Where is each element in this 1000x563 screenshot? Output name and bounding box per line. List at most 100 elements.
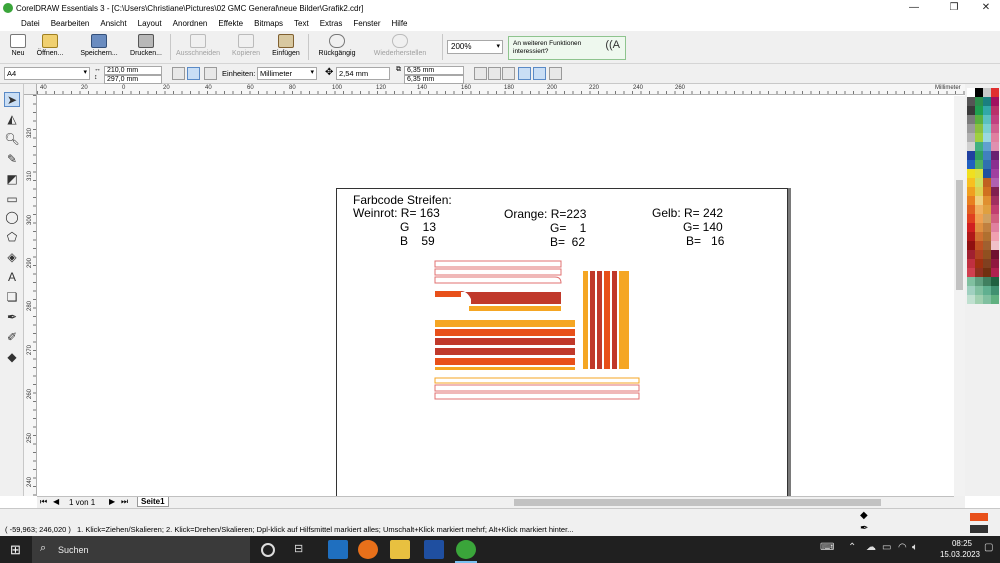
palette-swatch[interactable] [975, 178, 983, 187]
calculator-app-icon[interactable] [328, 540, 348, 559]
duplicate-distance-x-field[interactable]: 6,35 mm [404, 66, 464, 75]
palette-swatch[interactable] [975, 250, 983, 259]
palette-swatch[interactable] [983, 250, 991, 259]
palette-swatch[interactable] [983, 196, 991, 205]
palette-swatch[interactable] [983, 295, 991, 304]
fill-color-swatch[interactable] [970, 513, 988, 521]
vertical-scroll-thumb[interactable] [956, 180, 963, 290]
windows-start-icon[interactable]: ⊞ [10, 542, 21, 558]
ellipse-tool-icon[interactable]: ◯ [4, 210, 20, 225]
dynamic-guides-icon[interactable] [518, 67, 531, 80]
vertical-scrollbar[interactable] [954, 96, 965, 496]
palette-swatch[interactable] [967, 178, 975, 187]
eyedropper-tool-icon[interactable]: ✒ [4, 310, 20, 325]
palette-swatch[interactable] [991, 241, 999, 250]
palette-swatch[interactable] [991, 196, 999, 205]
zoom-corner[interactable] [954, 496, 965, 508]
rectangle-tool-icon[interactable]: ▭ [4, 192, 20, 207]
prev-page-icon[interactable]: ◀ [53, 497, 59, 506]
palette-swatch[interactable] [967, 286, 975, 295]
widgets-icon[interactable]: ⊟ [294, 540, 314, 559]
palette-swatch[interactable] [975, 106, 983, 115]
palette-swatch[interactable] [975, 241, 983, 250]
palette-swatch[interactable] [983, 187, 991, 196]
palette-swatch[interactable] [991, 187, 999, 196]
palette-swatch[interactable] [983, 232, 991, 241]
wifi-icon[interactable]: ◠ [898, 542, 907, 553]
palette-swatch[interactable] [991, 286, 999, 295]
snap-grid-icon[interactable] [474, 67, 487, 80]
restore-button[interactable]: ❐ [940, 0, 968, 16]
palette-swatch[interactable] [983, 106, 991, 115]
basic-shapes-tool-icon[interactable]: ◈ [4, 250, 20, 265]
page-width-field[interactable]: 210,0 mm [104, 66, 162, 75]
palette-swatch[interactable] [983, 205, 991, 214]
color-palette[interactable] [965, 84, 1000, 496]
horizontal-ruler[interactable]: 40 20 0 20 40 60 80 100 120 140 160 180 … [37, 84, 965, 95]
undo-button[interactable]: Rückgängig [312, 33, 362, 63]
palette-swatch[interactable] [991, 178, 999, 187]
palette-swatch[interactable] [991, 232, 999, 241]
palette-swatch[interactable] [967, 268, 975, 277]
palette-swatch[interactable] [983, 241, 991, 250]
palette-swatch[interactable] [967, 250, 975, 259]
menu-extras[interactable]: Extras [315, 19, 348, 28]
smart-fill-tool-icon[interactable]: ◩ [4, 172, 20, 187]
vertical-ruler[interactable]: 320 310 300 290 280 270 260 250 240 [24, 95, 37, 496]
interactive-tool-icon[interactable]: ❏ [4, 290, 20, 305]
palette-swatch[interactable] [991, 250, 999, 259]
menu-text[interactable]: Text [289, 19, 314, 28]
menu-bearbeiten[interactable]: Bearbeiten [46, 19, 95, 28]
palette-swatch[interactable] [983, 151, 991, 160]
cut-button[interactable]: Ausschneiden [174, 33, 222, 63]
palette-swatch[interactable] [975, 88, 983, 97]
menu-bitmaps[interactable]: Bitmaps [249, 19, 288, 28]
palette-swatch[interactable] [975, 232, 983, 241]
last-page-icon[interactable]: ⏭ [121, 497, 128, 507]
palette-swatch[interactable] [967, 196, 975, 205]
palette-swatch[interactable] [967, 241, 975, 250]
snap-guidelines-icon[interactable] [488, 67, 501, 80]
chevron-up-icon[interactable]: ⌃ [848, 542, 856, 553]
freehand-tool-icon[interactable]: ✎ [4, 152, 20, 167]
landscape-icon[interactable] [187, 67, 200, 80]
next-page-icon[interactable]: ▶ [109, 497, 115, 506]
palette-swatch[interactable] [967, 223, 975, 232]
file-explorer-app-icon[interactable] [390, 540, 410, 559]
palette-swatch[interactable] [983, 88, 991, 97]
palette-swatch[interactable] [975, 295, 983, 304]
palette-swatch[interactable] [967, 187, 975, 196]
coreldraw-taskbar-icon[interactable] [456, 540, 476, 559]
palette-swatch[interactable] [975, 214, 983, 223]
palette-swatch[interactable] [975, 169, 983, 178]
palette-swatch[interactable] [991, 259, 999, 268]
palette-swatch[interactable] [991, 142, 999, 151]
copy-button[interactable]: Kopieren [226, 33, 266, 63]
palette-swatch[interactable] [975, 124, 983, 133]
palette-swatch[interactable] [991, 268, 999, 277]
palette-swatch[interactable] [967, 133, 975, 142]
palette-swatch[interactable] [967, 259, 975, 268]
volume-icon[interactable]: 🔈︎ [912, 542, 918, 553]
palette-swatch[interactable] [975, 97, 983, 106]
palette-swatch[interactable] [967, 295, 975, 304]
palette-swatch[interactable] [967, 151, 975, 160]
palette-swatch[interactable] [991, 106, 999, 115]
treat-as-filled-icon[interactable] [533, 67, 546, 80]
palette-swatch[interactable] [983, 268, 991, 277]
horizontal-scroll-thumb[interactable] [514, 499, 881, 506]
palette-swatch[interactable] [975, 142, 983, 151]
palette-swatch[interactable] [975, 196, 983, 205]
palette-swatch[interactable] [991, 151, 999, 160]
menu-effekte[interactable]: Effekte [213, 19, 248, 28]
palette-swatch[interactable] [983, 142, 991, 151]
shape-tool-icon[interactable]: ◭ [4, 112, 20, 127]
units-select[interactable]: Millimeter ▾ [257, 67, 317, 80]
palette-swatch[interactable] [983, 214, 991, 223]
upgrade-hint-button[interactable]: An weiteren Funktionen interessiert? ((A [508, 36, 626, 60]
palette-swatch[interactable] [983, 160, 991, 169]
menu-datei[interactable]: Datei [16, 19, 45, 28]
zoom-tool-icon[interactable]: 🔍︎ [4, 132, 20, 147]
palette-swatch[interactable] [983, 97, 991, 106]
palette-swatch[interactable] [975, 277, 983, 286]
